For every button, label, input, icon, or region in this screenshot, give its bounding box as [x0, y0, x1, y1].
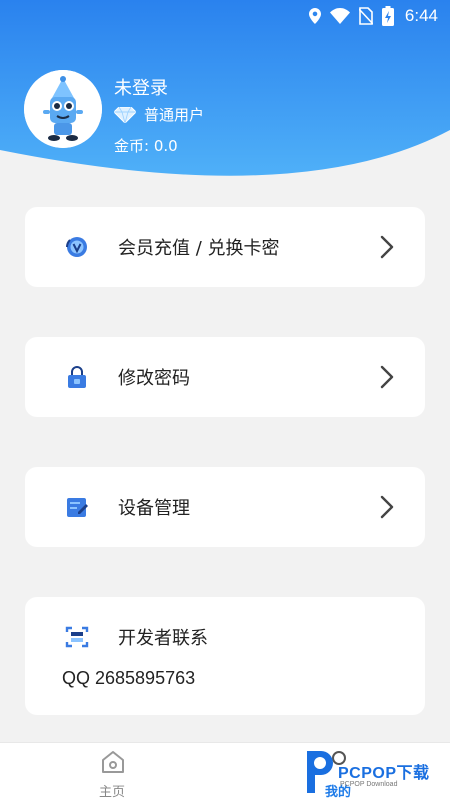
mascot-avatar-icon [24, 70, 102, 148]
chevron-right-icon [380, 495, 394, 519]
menu-item-label: 设备管理 [118, 498, 190, 519]
contact-qq[interactable]: QQ 2685895763 [62, 668, 195, 689]
tab-home[interactable]: 主页 [52, 743, 172, 800]
edit-device-icon [67, 498, 88, 517]
watermark-brand: PCPOP下载 [338, 765, 430, 782]
chevron-right-icon [380, 235, 394, 259]
user-name[interactable]: 未登录 [114, 74, 168, 100]
pcpop-logo-icon [307, 751, 333, 793]
status-time: 6:44 [404, 6, 438, 25]
tab-home-label: 主页 [98, 785, 125, 800]
location-icon [308, 8, 321, 24]
menu-item-vip-recharge[interactable]: 会员充值 / 兑换卡密 [25, 207, 425, 287]
menu-item-device-management[interactable]: 设备管理 [25, 467, 425, 547]
no-sim-icon [358, 7, 373, 25]
watermark-sub: PCPOP Download [340, 781, 398, 788]
contact-title: 开发者联系 [118, 628, 208, 649]
scan-contact-icon [65, 626, 89, 648]
user-level-label: 普通用户 [144, 106, 205, 124]
wifi-icon [329, 8, 350, 24]
status-bar: 6:44 [0, 0, 450, 32]
menu-item-label: 会员充值 / 兑换卡密 [118, 238, 280, 259]
menu-item-change-password[interactable]: 修改密码 [25, 337, 425, 417]
vip-recharge-icon [66, 237, 87, 257]
lock-icon [68, 366, 86, 388]
chevron-right-icon [380, 365, 394, 389]
pcpop-watermark: PCPOP下载 PCPOP Download [300, 745, 450, 800]
user-level: 普通用户 [114, 104, 204, 125]
battery-charging-icon [381, 6, 394, 26]
developer-contact-card: 开发者联系 QQ 2685895763 [25, 597, 425, 715]
diamond-icon [114, 106, 136, 123]
avatar[interactable] [24, 70, 102, 148]
home-icon [102, 751, 124, 773]
menu-item-label: 修改密码 [118, 368, 190, 389]
user-coins: 金币: 0.0 [114, 137, 178, 155]
